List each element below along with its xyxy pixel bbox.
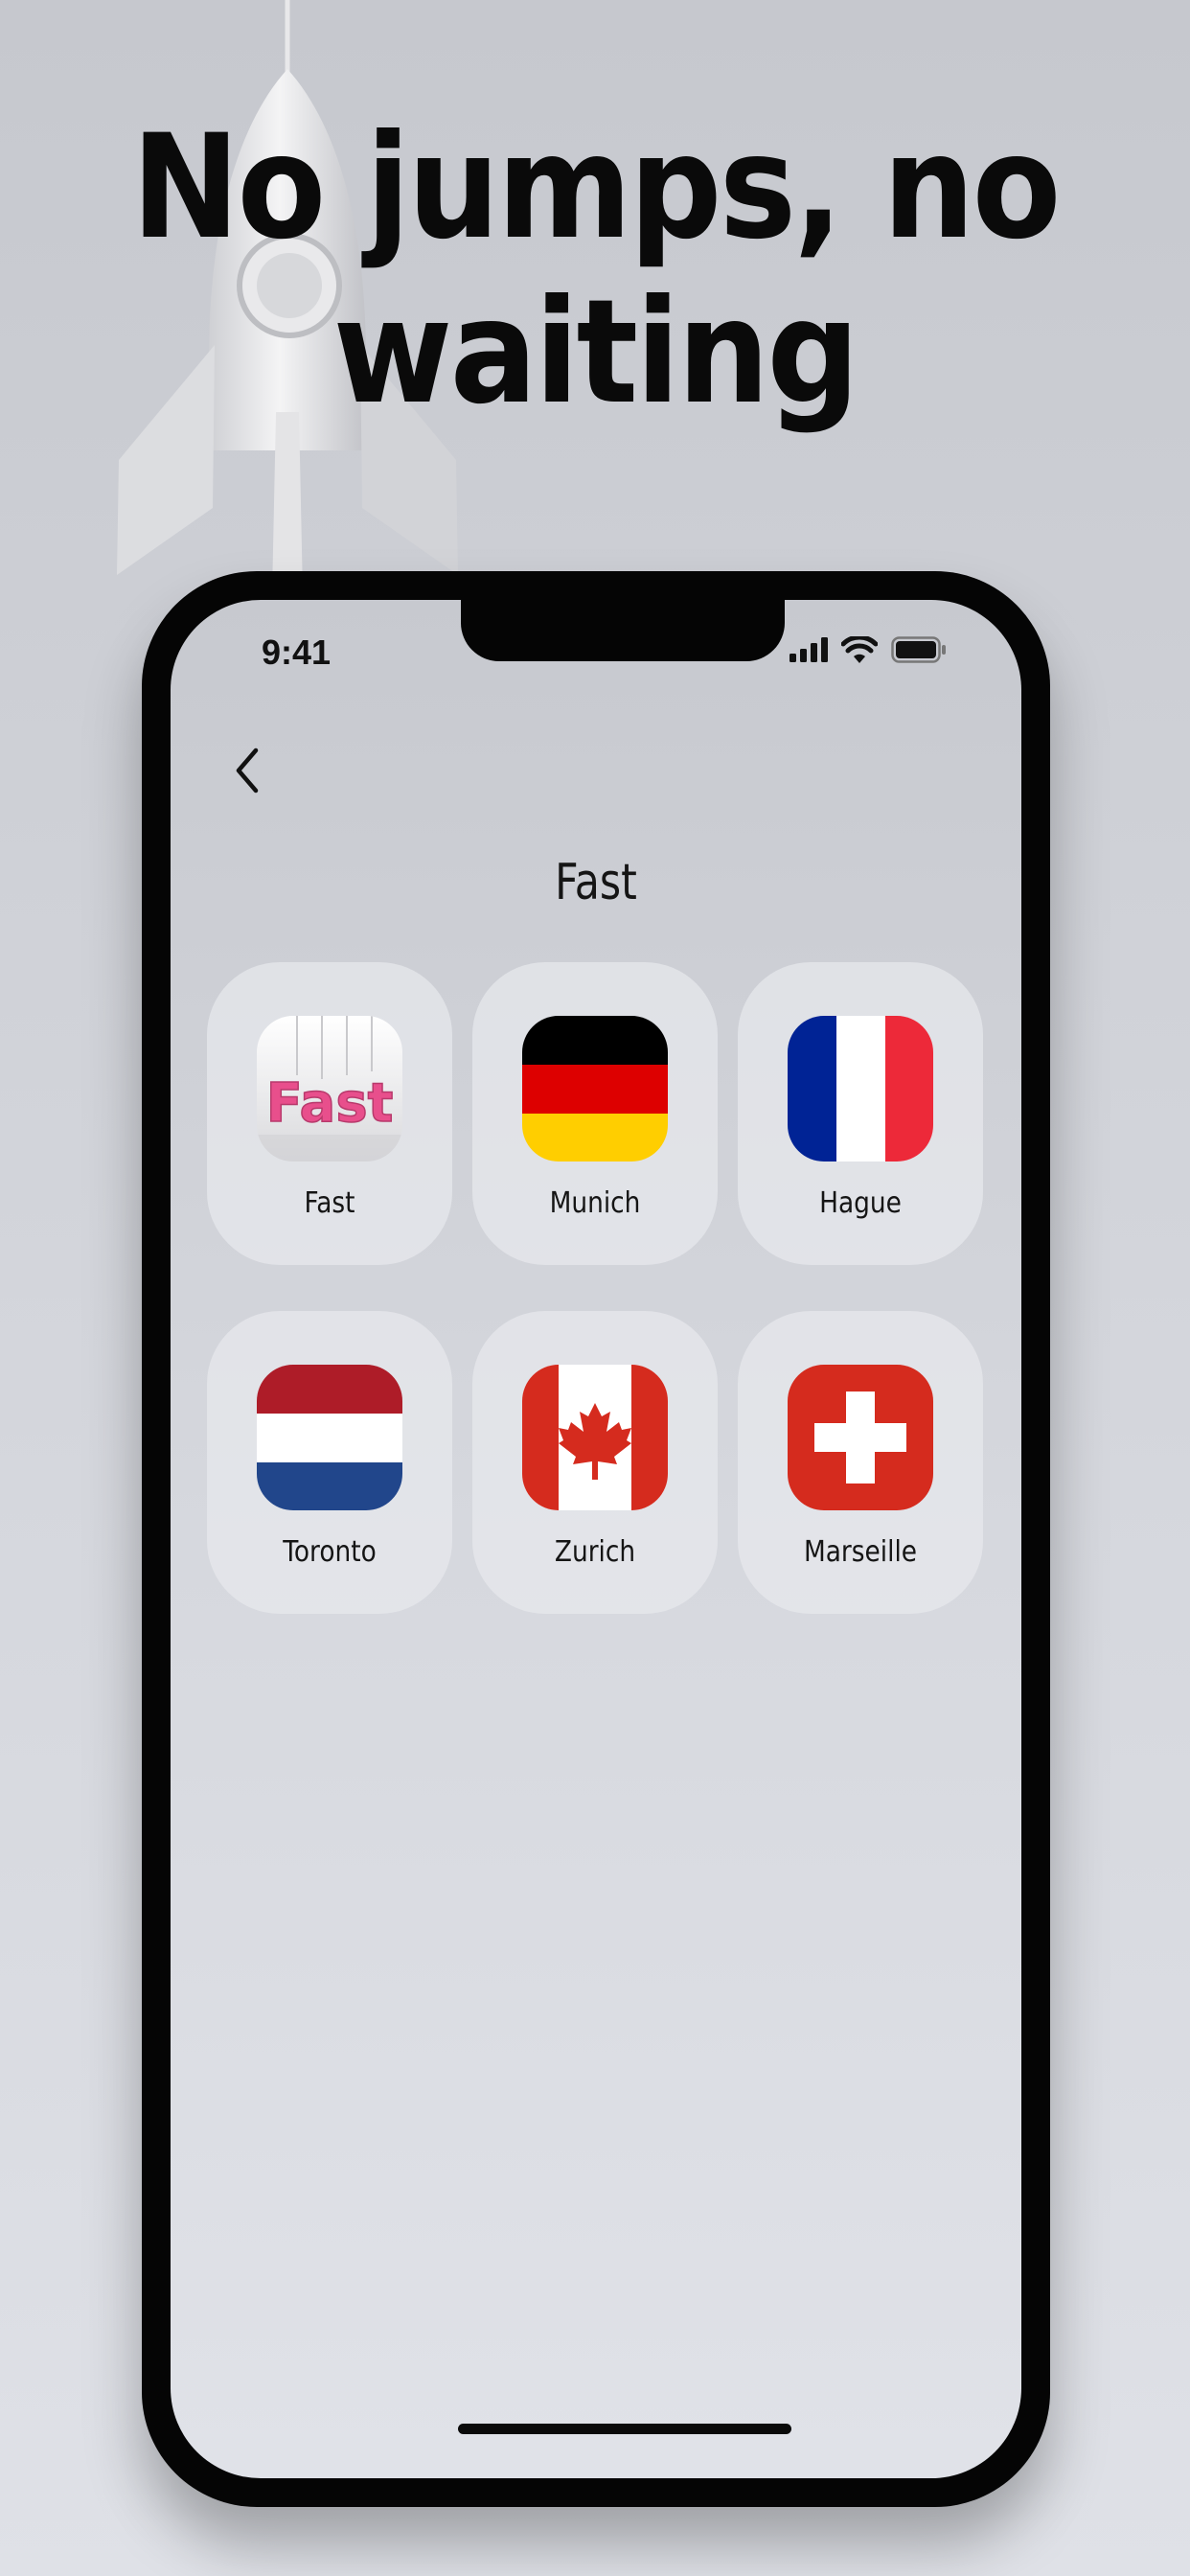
- switzerland-flag-icon: [788, 1365, 933, 1510]
- status-time: 9:41: [262, 632, 332, 672]
- location-tile-munich[interactable]: Munich: [472, 962, 718, 1265]
- location-tile-hague[interactable]: Hague: [738, 962, 983, 1265]
- notch: [461, 600, 785, 661]
- germany-flag-icon: [522, 1016, 668, 1162]
- location-grid: Fast Fast Munich Hague Toronto Zurich Ma…: [207, 962, 985, 1614]
- wifi-icon: [841, 636, 878, 663]
- location-tile-marseille[interactable]: Marseille: [738, 1311, 983, 1614]
- location-label: Marseille: [803, 1535, 918, 1569]
- headline: No jumps, no waiting: [59, 105, 1131, 435]
- location-label: Zurich: [554, 1535, 636, 1569]
- back-button[interactable]: [220, 744, 274, 797]
- location-tile-fast[interactable]: Fast Fast: [207, 962, 452, 1265]
- france-flag-icon: [788, 1016, 933, 1162]
- fast-logo-icon: Fast: [257, 1016, 402, 1162]
- headline-line-1: No jumps, no: [131, 104, 1061, 271]
- fast-logo-text: Fast: [266, 1072, 394, 1135]
- phone-screen: 9:41 Fast Fast Fast Munich Hague Toronto…: [171, 600, 1021, 2478]
- page-title: Fast: [555, 854, 637, 911]
- location-label: Munich: [549, 1186, 641, 1220]
- battery-icon: [891, 636, 946, 663]
- headline-line-2: waiting: [332, 269, 859, 436]
- chevron-left-icon: [236, 748, 259, 794]
- signal-icon: [790, 637, 828, 662]
- location-label: Toronto: [283, 1535, 377, 1569]
- status-icons: [790, 636, 947, 663]
- home-indicator[interactable]: [458, 2424, 791, 2434]
- location-label: Hague: [819, 1186, 902, 1220]
- location-label: Fast: [304, 1186, 355, 1220]
- canada-flag-icon: [522, 1365, 668, 1510]
- location-tile-toronto[interactable]: Toronto: [207, 1311, 452, 1614]
- location-tile-zurich[interactable]: Zurich: [472, 1311, 718, 1614]
- netherlands-flag-icon: [257, 1365, 402, 1510]
- phone-frame: 9:41 Fast Fast Fast Munich Hague Toronto…: [142, 571, 1050, 2507]
